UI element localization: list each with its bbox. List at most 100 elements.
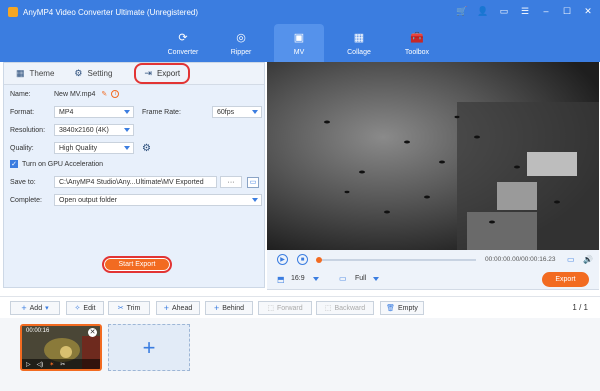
tab-mv[interactable]: ▣ MV — [274, 24, 324, 62]
tab-ripper-label: Ripper — [230, 48, 252, 56]
volume-icon[interactable]: 🔊 — [583, 255, 593, 264]
empty-button[interactable]: 🗑 Empty — [380, 301, 424, 315]
star-icon[interactable]: ✶ — [49, 361, 54, 368]
framerate-label: Frame Rate: — [142, 108, 181, 116]
page-count: 1 / 1 — [572, 303, 588, 312]
chevron-down-icon — [252, 198, 258, 202]
tab-collage-label: Collage — [347, 48, 371, 56]
tab-export[interactable]: ⇥ Export — [134, 63, 191, 84]
ahead-label: Ahead — [172, 304, 193, 312]
chevron-down-icon — [124, 128, 130, 132]
close-icon[interactable]: ✕ — [582, 5, 594, 17]
tab-export-label: Export — [156, 69, 181, 78]
video-preview — [267, 62, 599, 250]
folder-icon[interactable]: ▭ — [247, 176, 259, 188]
backward-button[interactable]: ⬚ Backward — [316, 301, 374, 315]
behind-label: Behind — [222, 304, 245, 312]
tab-toolbox[interactable]: 🧰 Toolbox — [392, 24, 442, 62]
stop-icon[interactable]: ■ — [297, 254, 308, 265]
export-settings-panel: ▦ Theme ⚙ Setting ⇥ Export Name: New MV.… — [3, 62, 265, 288]
gpu-row: ✓ Turn on GPU Acceleration — [10, 160, 103, 168]
user-icon[interactable]: 👤 — [477, 5, 489, 17]
format-value: MP4 — [59, 108, 74, 116]
progress-bar[interactable] — [316, 257, 476, 263]
player-controls: ▶ ■ 00:00:00.00/00:00:16.23 ▭ 🔊 ⬒ 16:9 ▭… — [267, 250, 599, 290]
forward-label: Forward — [276, 304, 303, 312]
toolbox-icon: 🧰 — [410, 32, 424, 44]
tab-toolbox-label: Toolbox — [404, 48, 430, 56]
snapshot-icon[interactable]: ▭ — [567, 255, 575, 264]
name-label: Name: — [10, 90, 31, 98]
quality-row: Quality: High Quality ⚙ — [10, 142, 151, 154]
tab-mv-label: MV — [293, 48, 305, 56]
chevron-down-icon[interactable] — [373, 277, 379, 281]
tab-theme-label: Theme — [29, 69, 55, 78]
saveto-path-field[interactable]: C:\AnyMP4 Studio\Any...Ultimate\MV Expor… — [54, 176, 217, 188]
scissors-icon[interactable]: ✂ — [60, 361, 65, 368]
framerate-select[interactable]: 60fps — [212, 106, 262, 118]
tab-converter-label: Converter — [167, 48, 199, 56]
behind-button[interactable]: + Behind — [205, 301, 253, 315]
maximize-icon[interactable]: ☐ — [561, 5, 573, 17]
tab-ripper[interactable]: ◎ Ripper — [216, 24, 266, 62]
theme-icon: ▦ — [16, 68, 25, 78]
complete-select[interactable]: Open output folder — [54, 194, 262, 206]
gpu-checkbox[interactable]: ✓ — [10, 160, 18, 168]
add-clip-button[interactable]: + — [108, 324, 190, 371]
timecode: 00:00:00.00/00:00:16.23 — [485, 256, 556, 263]
plus-icon: + — [21, 303, 27, 313]
info-icon[interactable]: i — [111, 90, 120, 98]
close-icon[interactable]: ✕ — [88, 328, 97, 337]
quality-select[interactable]: High Quality — [54, 142, 134, 154]
menu-icon[interactable]: ☰ — [519, 5, 531, 17]
volume-icon[interactable]: ◁) — [37, 361, 44, 368]
ripper-icon: ◎ — [236, 32, 246, 44]
panel-tabs: ▦ Theme ⚙ Setting ⇥ Export — [4, 63, 264, 85]
tab-theme[interactable]: ▦ Theme — [16, 68, 54, 79]
trim-button[interactable]: ✂ Trim — [108, 301, 150, 315]
backward-label: Backward — [334, 304, 366, 312]
zoom-value[interactable]: Full — [355, 275, 366, 282]
plus-icon: + — [213, 303, 220, 313]
progress-handle[interactable] — [316, 257, 322, 263]
resolution-select[interactable]: 3840x2160 (4K) — [54, 124, 134, 136]
quality-value: High Quality — [59, 144, 98, 152]
app-title: AnyMP4 Video Converter Ultimate (Unregis… — [23, 7, 199, 17]
resolution-row: Resolution: 3840x2160 (4K) — [10, 124, 134, 136]
complete-value: Open output folder — [59, 196, 117, 204]
tab-setting[interactable]: ⚙ Setting — [74, 68, 112, 79]
plus-icon: + — [163, 303, 169, 313]
export-button[interactable]: Export — [542, 272, 589, 287]
play-icon[interactable]: ▷ — [26, 361, 31, 368]
tab-collage[interactable]: ▦ Collage — [334, 24, 384, 62]
start-export-button[interactable]: Start Export — [102, 256, 172, 273]
chevron-down-icon[interactable] — [313, 277, 319, 281]
chevron-down-icon — [124, 110, 130, 114]
play-icon[interactable]: ▶ — [277, 254, 288, 265]
quality-settings-gear-icon[interactable]: ⚙ — [142, 143, 151, 154]
empty-label: Empty — [398, 304, 418, 312]
edit-name-icon[interactable]: ✎ — [101, 90, 107, 98]
clip-thumbnail[interactable]: 00:00:16 ✕ ▷ ◁) ✶ ✂ — [20, 324, 102, 371]
format-select[interactable]: MP4 — [54, 106, 134, 118]
forward-button[interactable]: ⬚ Forward — [258, 301, 312, 315]
aspect-ratio-value[interactable]: 16:9 — [291, 275, 305, 282]
add-button[interactable]: + Add ▾ — [10, 301, 60, 315]
saveto-row: Save to: C:\AnyMP4 Studio\Any...Ultimate… — [10, 176, 259, 188]
window-controls: 🛒 👤 ▭ ☰ – ☐ ✕ — [456, 5, 594, 17]
minimize-icon[interactable]: – — [540, 5, 552, 17]
ahead-button[interactable]: + Ahead — [156, 301, 200, 315]
converter-icon: ⟳ — [178, 32, 188, 44]
tab-converter[interactable]: ⟳ Converter — [158, 24, 208, 62]
clip-controls: ▷ ◁) ✶ ✂ — [22, 359, 100, 369]
chevron-down-icon — [252, 110, 258, 114]
plus-icon: + — [142, 334, 156, 360]
aspect-ratio-icon: ⬒ — [277, 275, 285, 284]
gpu-label: Turn on GPU Acceleration — [22, 160, 104, 168]
edit-button[interactable]: ✧ Edit — [66, 301, 104, 315]
name-row: Name: New MV.mp4 ✎ i — [10, 90, 120, 98]
saveto-value: C:\AnyMP4 Studio\Any...Ultimate\MV Expor… — [59, 178, 204, 186]
chat-icon[interactable]: ▭ — [498, 5, 510, 17]
cart-icon[interactable]: 🛒 — [456, 5, 468, 17]
browse-button[interactable]: ··· — [220, 176, 242, 188]
